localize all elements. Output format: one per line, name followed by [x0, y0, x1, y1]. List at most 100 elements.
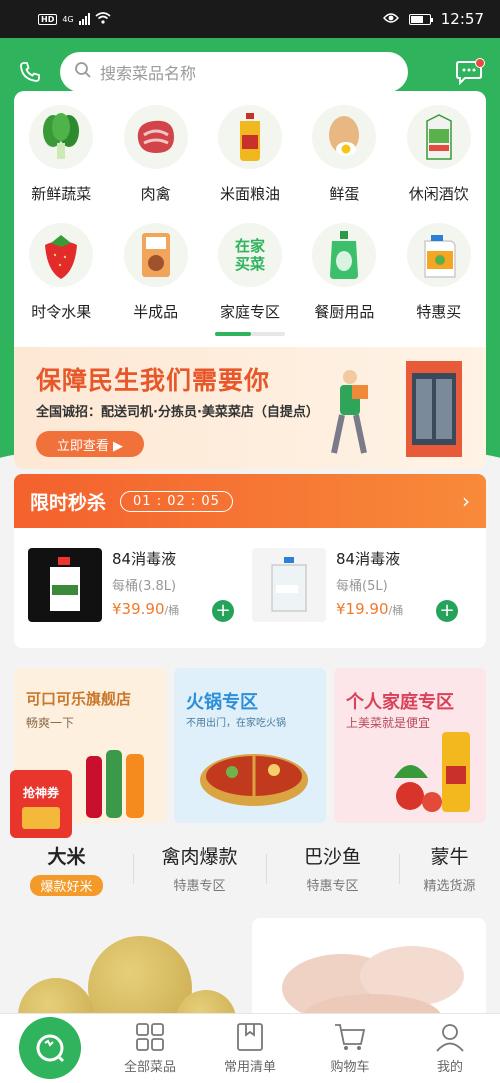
user-icon: [436, 1024, 464, 1052]
tab-mengniu[interactable]: 蒙牛 精选货源: [399, 842, 500, 902]
coupon-badge[interactable]: 抢神券: [10, 770, 72, 838]
product-image: [28, 548, 102, 622]
category-label: 家庭专区: [219, 303, 280, 321]
promo-title: 火锅专区: [186, 692, 258, 713]
search-input[interactable]: 搜索菜品名称: [60, 52, 408, 92]
tab-subtitle: 爆款好米: [30, 875, 103, 896]
hotpot-illustration: [200, 754, 308, 806]
category-eggs[interactable]: 鲜蛋: [297, 97, 391, 215]
search-icon: [74, 61, 92, 83]
category-special-deals[interactable]: 特惠买: [392, 215, 486, 333]
product-name: 84消毒液: [112, 550, 177, 568]
promo-title: 个人家庭专区: [346, 692, 454, 713]
product-unit: /桶: [388, 604, 404, 617]
top-bar: 搜索菜品名称: [0, 50, 500, 94]
flash-item[interactable]: 84消毒液 每桶(3.8L) ¥39.90/桶 +: [28, 548, 234, 628]
detergent-icon: [312, 223, 377, 287]
add-to-cart-button[interactable]: +: [212, 600, 234, 622]
coupon-ticket-icon: [22, 807, 60, 829]
coupon-label: 抢神券: [22, 786, 59, 800]
product-card[interactable]: [252, 918, 486, 1022]
category-label: 休闲酒饮: [408, 185, 469, 203]
banner-button[interactable]: 立即查看 ▶: [36, 431, 144, 457]
phone-icon[interactable]: [14, 56, 46, 88]
delivery-illustration: [331, 361, 462, 457]
egg-icon: [312, 105, 377, 169]
tab-subtitle: 特惠专区: [173, 879, 226, 894]
product-image: [252, 548, 326, 622]
tab-subtitle: 精选货源: [423, 879, 476, 894]
nav-mine[interactable]: 我的: [400, 1014, 500, 1083]
promo-family[interactable]: 个人家庭专区 上美菜就是便宜: [334, 668, 486, 823]
home-buy-icon: 在家 买菜: [217, 223, 282, 287]
promo-subtitle: 不用出门，在家吃火锅: [186, 718, 286, 729]
category-label: 特惠买: [416, 303, 462, 321]
banner-title: 保障民生我们需要你: [36, 366, 271, 395]
feature-tabs: 大米 爆款好米 禽肉爆款 特惠专区 巴沙鱼 特惠专区 蒙牛 精选货源: [0, 842, 500, 902]
countdown-timer: 01 : 02 : 05: [120, 490, 233, 512]
promo-row: 可口可乐旗舰店 畅爽一下 火锅专区 不用出门，在家吃火锅 个人家庭专区 上美菜就…: [14, 668, 486, 823]
flash-sale-section: 限时秒杀 01 : 02 : 05 › 84消毒液 每桶(3.8L) ¥39.9…: [14, 474, 486, 648]
strawberry-icon: [29, 223, 94, 287]
nav-all-dishes[interactable]: 全部菜品: [100, 1014, 200, 1083]
product-price: ¥19.90: [336, 600, 389, 618]
tab-rice[interactable]: 大米 爆款好米: [0, 842, 133, 902]
eye-icon: [382, 10, 399, 28]
network-label: 4G: [62, 14, 74, 24]
category-grid: 新鲜蔬菜 肉禽 米面粮油 鲜蛋 休闲酒饮 时令水果 半成品 在家 买菜 家庭专区…: [14, 91, 486, 333]
category-grain-oil[interactable]: 米面粮油: [203, 97, 297, 215]
potato-image: [88, 936, 192, 1022]
category-meat[interactable]: 肉禽: [108, 97, 202, 215]
nav-label: 常用清单: [223, 1060, 276, 1075]
banner-subtitle: 全国诚招：配送司机·分拣员·美菜菜店（自提点）: [36, 405, 319, 420]
category-fresh-vegetables[interactable]: 新鲜蔬菜: [14, 97, 108, 215]
drink-icon: [406, 105, 471, 169]
nav-cart[interactable]: 购物车: [300, 1014, 400, 1083]
package-icon: [123, 223, 188, 287]
flash-sale-header[interactable]: 限时秒杀 01 : 02 : 05 ›: [14, 474, 486, 528]
hd-indicator: HD: [38, 13, 58, 25]
tab-title: 禽肉爆款: [161, 846, 238, 868]
chicken-image: [282, 946, 464, 1022]
category-label: 时令水果: [31, 303, 92, 321]
category-drinks[interactable]: 休闲酒饮: [392, 97, 486, 215]
chevron-right-icon[interactable]: ›: [462, 489, 470, 513]
clock: 12:57: [440, 10, 484, 28]
search-placeholder: 搜索菜品名称: [100, 64, 197, 83]
tab-title: 大米: [47, 846, 86, 868]
promo-hotpot[interactable]: 火锅专区 不用出门，在家吃火锅: [174, 668, 326, 823]
tab-basa-fish[interactable]: 巴沙鱼 特惠专区: [266, 842, 399, 902]
vegetable-icon: [29, 105, 94, 169]
category-semi-finished[interactable]: 半成品: [108, 215, 202, 333]
product-price: ¥39.90: [112, 600, 165, 618]
battery-icon: [408, 13, 433, 25]
category-seasonal-fruit[interactable]: 时令水果: [14, 215, 108, 333]
add-to-cart-button[interactable]: +: [436, 600, 458, 622]
nav-home[interactable]: [0, 1014, 100, 1083]
meat-icon: [123, 105, 188, 169]
promo-title: 可口可乐旗舰店: [26, 690, 132, 708]
tab-poultry[interactable]: 禽肉爆款 特惠专区: [133, 842, 266, 902]
category-label: 餐厨用品: [314, 303, 375, 321]
category-label: 半成品: [133, 303, 179, 321]
category-label: 肉禽: [140, 185, 171, 203]
recruit-banner[interactable]: 保障民生我们需要你 全国诚招：配送司机·分拣员·美菜菜店（自提点） 立即查看 ▶: [14, 347, 486, 469]
nav-common-list[interactable]: 常用清单: [200, 1014, 300, 1083]
category-page-indicator: [215, 332, 285, 336]
product-name: 84消毒液: [336, 550, 401, 568]
bookmark-list-icon: [237, 1023, 263, 1051]
flash-item[interactable]: 84消毒液 每桶(5L) ¥19.90/桶 +: [252, 548, 458, 628]
grid-icon: [136, 1023, 164, 1051]
category-home-zone[interactable]: 在家 买菜 家庭专区: [203, 215, 297, 333]
nav-label: 我的: [436, 1060, 463, 1075]
message-icon[interactable]: [452, 55, 486, 89]
nav-label: 购物车: [330, 1060, 370, 1075]
notification-dot: [475, 58, 485, 68]
groceries-illustration: [394, 732, 470, 812]
category-kitchen-supplies[interactable]: 餐厨用品: [297, 215, 391, 333]
category-label: 新鲜蔬菜: [31, 185, 92, 203]
bottle-icon: [406, 223, 471, 287]
signal-icon: [78, 13, 90, 25]
wifi-icon: [95, 11, 111, 27]
status-bar: HD 4G 12:57: [0, 0, 500, 38]
